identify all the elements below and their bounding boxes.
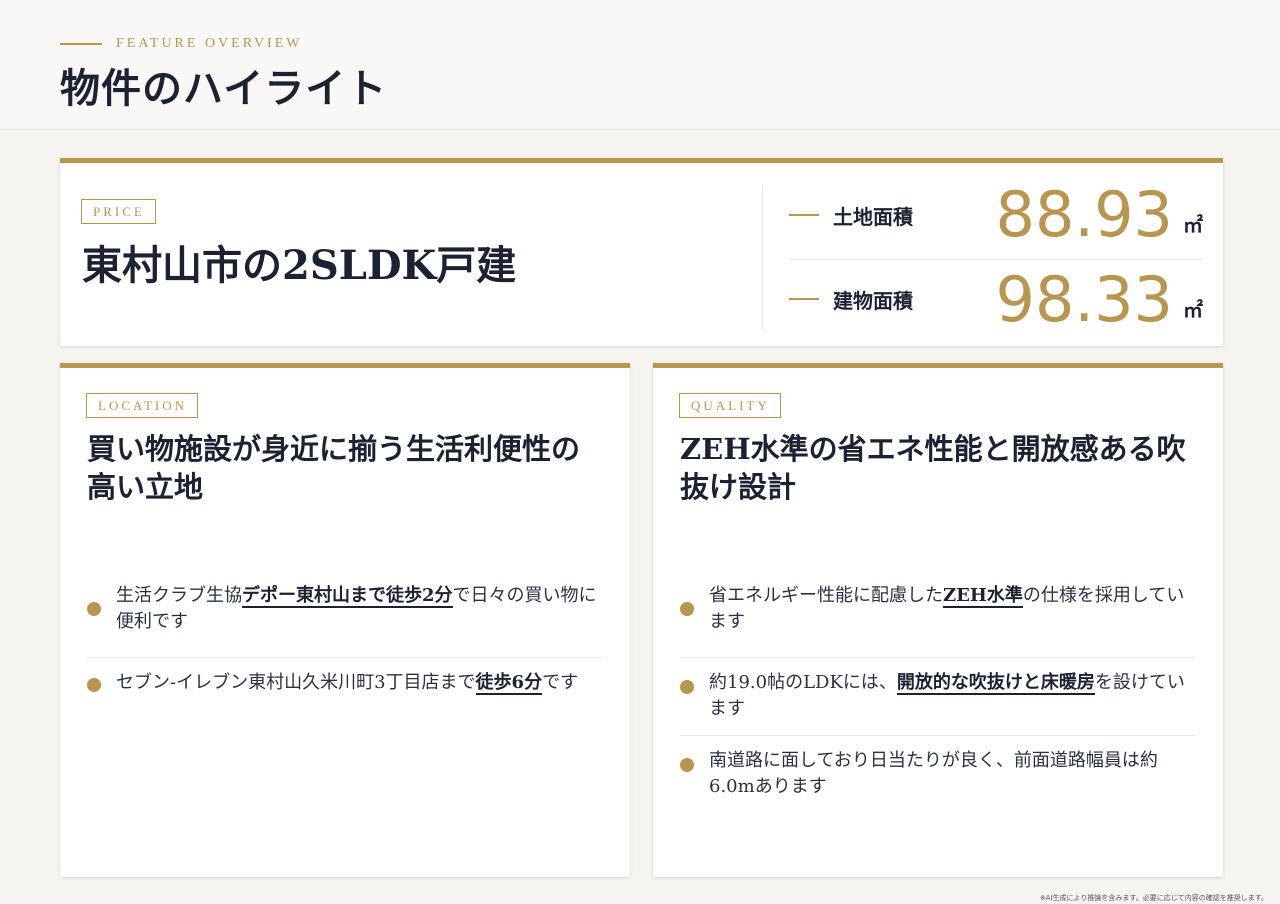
bullet-text: です — [542, 672, 579, 693]
list-item: セブン-イレブン東村山久米川町3丁目店まで徒歩6分です — [87, 658, 602, 709]
bullet-highlight: ZEH水準 — [943, 585, 1023, 608]
quality-bullets: 省エネルギー性能に配慮したZEH水準の仕様を採用しています 約19.0帖のLDK… — [680, 580, 1195, 814]
bullet-dot-icon — [87, 678, 101, 692]
quality-tag: QUALITY — [679, 393, 781, 418]
quality-card: QUALITY ZEH水準の省エネ性能と開放感ある吹抜け設計 省エネルギー性能に… — [653, 363, 1223, 877]
bullet-text: 生活クラブ生協 — [116, 585, 242, 606]
stat-unit: ㎡ — [1183, 298, 1203, 322]
list-item: 南道路に面しており日当たりが良く、前面道路幅員は約6.0mあります — [680, 736, 1195, 814]
stat-dash — [789, 214, 819, 216]
bullet-dot-icon — [680, 680, 694, 694]
eyebrow-text: FEATURE OVERVIEW — [116, 36, 303, 51]
location-title: 買い物施設が身近に揃う生活利便性の高い立地 — [87, 432, 581, 504]
location-card: LOCATION 買い物施設が身近に揃う生活利便性の高い立地 生活クラブ生協デポ… — [60, 363, 630, 877]
location-bullets: 生活クラブ生協デポー東村山まで徒歩2分で日々の買い物に便利です セブン-イレブン… — [87, 580, 602, 709]
location-tag: LOCATION — [86, 393, 198, 418]
stat-label: 土地面積 — [833, 205, 913, 229]
stat-value: 98.33 — [995, 263, 1174, 336]
page-header: FEATURE OVERVIEW 物件のハイライト — [0, 0, 1280, 130]
bullet-dot-icon — [87, 602, 101, 616]
stat-building-area: 建物面積 98.33 ㎡ — [789, 259, 1203, 339]
bullet-highlight: 徒歩6分 — [475, 672, 543, 695]
stat-land-area: 土地面積 88.93 ㎡ — [789, 175, 1203, 255]
bullet-highlight: デポー東村山まで徒歩2分 — [242, 585, 453, 608]
bullet-text: セブン-イレブン東村山久米川町3丁目店まで — [116, 672, 476, 693]
stat-unit: ㎡ — [1183, 213, 1203, 237]
price-card: PRICE 東村山市の2SLDK戸建 土地面積 88.93 ㎡ 建物面積 98.… — [60, 158, 1223, 346]
list-item: 生活クラブ生協デポー東村山まで徒歩2分で日々の買い物に便利です — [87, 580, 602, 658]
stat-label: 建物面積 — [833, 289, 913, 313]
bullet-dot-icon — [680, 758, 694, 772]
quality-title: ZEH水準の省エネ性能と開放感ある吹抜け設計 — [680, 432, 1186, 504]
bullet-dot-icon — [680, 602, 694, 616]
page-title: 物件のハイライト — [60, 65, 388, 112]
price-tag: PRICE — [81, 199, 156, 224]
eyebrow-rule — [60, 43, 102, 45]
list-item: 約19.0帖のLDKには、開放的な吹抜けと床暖房を設けています — [680, 658, 1195, 736]
eyebrow: FEATURE OVERVIEW — [60, 36, 302, 52]
stat-value: 88.93 — [995, 178, 1174, 251]
bullet-text: 南道路に面しており日当たりが良く、前面道路幅員は約6.0mあります — [709, 750, 1158, 797]
list-item: 省エネルギー性能に配慮したZEH水準の仕様を採用しています — [680, 580, 1195, 658]
vertical-divider — [762, 185, 763, 331]
stat-dash — [789, 298, 819, 300]
footnote: ※AI生成により推論を含みます。必要に応じて内容の確認を推奨します。 — [1039, 894, 1268, 902]
bullet-text: 約19.0帖のLDKには、 — [709, 672, 897, 693]
bullet-text: 省エネルギー性能に配慮した — [709, 585, 943, 606]
bullet-highlight: 開放的な吹抜けと床暖房 — [896, 672, 1095, 695]
property-title: 東村山市の2SLDK戸建 — [82, 242, 517, 289]
